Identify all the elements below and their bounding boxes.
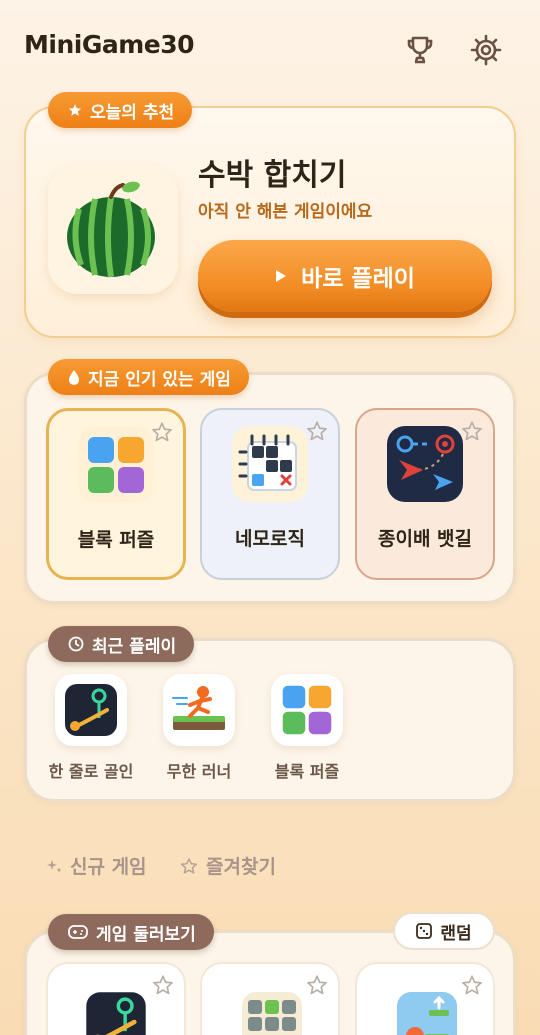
sparkle-icon [47,859,61,871]
infinite-runner-icon [163,674,235,746]
tab-favorites[interactable]: 즐겨찾기 [180,852,276,879]
block-puzzle-icon [271,674,343,746]
play-icon [276,270,287,282]
trophy-button[interactable] [400,30,440,70]
featured-badge: 오늘의 추천 [48,92,193,128]
settings-button[interactable] [466,30,506,70]
popular-badge: 지금 인기 있는 게임 [48,359,249,395]
word-puzzle-icon [242,992,302,1035]
recent-game-label: 한 줄로 골인 [48,762,134,781]
clock-icon [68,636,84,652]
featured-subtitle: 아직 안 해본 게임이에요 [198,202,373,222]
popular-badge-label: 지금 인기 있는 게임 [88,369,231,390]
recent-game-item[interactable]: 한 줄로 골인 [31,674,151,782]
recent-badge-label: 최근 플레이 [92,636,177,657]
play-now-button[interactable]: 바로 플레이 [198,240,492,312]
recent-badge: 최근 플레이 [48,626,195,662]
watermelon-icon [67,181,155,278]
featured-title: 수박 합치기 [198,158,347,193]
app-title: MiniGame30 [24,30,195,59]
featured-game-icon[interactable] [48,164,178,294]
recent-game-item[interactable]: 블록 퍼즐 [247,674,367,782]
random-label: 랜덤 [440,923,472,944]
favorite-star-icon[interactable] [151,421,173,443]
favorite-star-icon[interactable] [461,420,483,442]
featured-badge-label: 오늘의 추천 [90,102,175,123]
star-icon [68,104,82,116]
recent-game-label: 무한 러너 [166,762,232,781]
recent-game-label: 블록 퍼즐 [274,762,340,781]
one-line-goal-icon [86,992,146,1035]
favorite-star-icon[interactable] [306,420,328,442]
play-now-label: 바로 플레이 [301,266,415,292]
browse-badge-label: 게임 둘러보기 [96,924,196,945]
recent-game-item[interactable]: 무한 러너 [139,674,259,782]
nonogram-icon [232,426,308,502]
browse-game-tile[interactable] [355,962,495,1035]
tab-new-games-label: 신규 게임 [70,856,147,878]
tab-favorites-label: 즐겨찾기 [206,856,276,878]
favorite-star-icon[interactable] [152,974,174,996]
jump-game-icon [397,992,457,1035]
favorite-star-icon[interactable] [306,974,328,996]
block-puzzle-icon [78,427,154,503]
popular-game-tile[interactable]: 네모로직 [200,408,340,580]
popular-game-label: 종이배 뱃길 [377,528,472,550]
tab-new-games[interactable]: 신규 게임 [46,852,147,879]
star-icon [180,857,198,874]
popular-game-label: 네모로직 [235,528,305,550]
gamepad-icon [68,925,88,939]
browse-game-tile[interactable] [46,962,186,1035]
gear-icon [470,34,502,66]
dice-icon [416,923,433,939]
popular-game-label: 블록 퍼즐 [77,529,155,551]
paper-boat-icon [387,426,463,502]
popular-game-tile[interactable]: 종이배 뱃길 [355,408,495,580]
random-button[interactable]: 랜덤 [393,912,495,950]
browse-game-tile[interactable] [200,962,340,1035]
flame-icon [69,370,79,385]
browse-badge: 게임 둘러보기 [48,914,214,950]
favorite-star-icon[interactable] [461,974,483,996]
trophy-icon [407,36,433,64]
one-line-goal-icon [55,674,127,746]
popular-game-tile[interactable]: 블록 퍼즐 [46,408,186,580]
